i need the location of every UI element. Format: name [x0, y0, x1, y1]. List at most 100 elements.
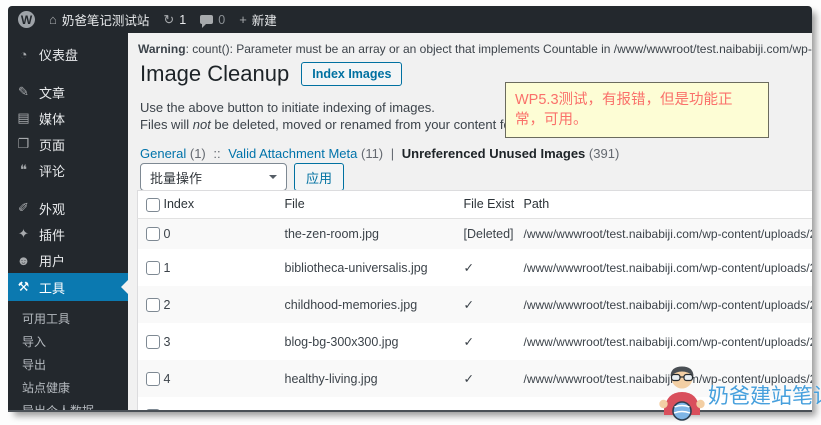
site-name-link[interactable]: ⌂ 奶爸笔记测试站: [49, 10, 149, 29]
comments-count: 0: [218, 12, 226, 27]
cell-file-link[interactable]: blog-bg-300x300.jpg: [281, 323, 460, 360]
wordpress-admin-window: W ⌂ 奶爸笔记测试站 ↻ 1 0 + 新建 ◔ 仪表盘 ✎ 文章 ▤ 媒体 ❐…: [8, 6, 812, 412]
sidebar-item-users[interactable]: ☻ 用户: [8, 247, 128, 273]
table-row: 0 the-zen-room.jpg [Deleted] /www/wwwroo…: [137, 218, 813, 250]
updates-link[interactable]: ↻ 1: [163, 12, 186, 28]
filter-valid-attachment-meta-count: (11): [360, 146, 384, 161]
filter-links: General (1) :: Valid Attachment Meta (11…: [140, 146, 619, 161]
sidebar-item-plugins[interactable]: ✦ 插件: [8, 221, 128, 247]
sidebar-item-label: 媒体: [39, 111, 66, 127]
cell-path: /www/wwwroot/test.naibabiji.com/wp-conte…: [523, 297, 813, 312]
warning-prefix: Warning: [138, 42, 186, 56]
site-name: 奶爸笔记测试站: [61, 14, 150, 28]
table-row: 2 childhood-memories.jpg ✓ /www/wwwroot/…: [137, 286, 813, 324]
select-all-checkbox[interactable]: [146, 197, 160, 212]
sidebar-item-label: 外观: [39, 201, 66, 217]
cell-index: 4: [163, 371, 171, 386]
cell-index: 2: [163, 297, 171, 312]
cell-file-link[interactable]: healthy-living.jpg: [281, 360, 460, 397]
admin-sidebar: ◔ 仪表盘 ✎ 文章 ▤ 媒体 ❐ 页面 ❝ 评论 ✐ 外观 ✦ 插件 ☻ 用户…: [8, 33, 128, 410]
emphasis-not: not: [192, 117, 211, 132]
bulk-action-selected: 批量操作: [150, 170, 203, 186]
row-checkbox[interactable]: [146, 335, 160, 350]
cell-path: /www/wwwroot/test.naibabiji.com/wp-conte…: [523, 334, 813, 349]
header-path: Path: [523, 197, 550, 212]
tools-icon: ⚒: [17, 279, 30, 294]
cell-file-link[interactable]: childhood-memories.jpg: [281, 286, 460, 323]
cell-index: 5: [160, 397, 281, 410]
watermark-avatar-icon: [659, 366, 705, 421]
index-images-button[interactable]: Index Images: [301, 62, 403, 86]
table-row: 1 bibliotheca-universalis.jpg ✓ /www/www…: [138, 249, 812, 286]
sidebar-item-label: 文章: [39, 85, 66, 101]
header-index: Index: [163, 197, 195, 212]
comments-icon: [200, 15, 214, 28]
annotation-note: WP5.3测试，有报错，但是功能正常，可用。: [505, 82, 769, 138]
sidebar-item-comments[interactable]: ❝ 评论: [8, 157, 128, 183]
cell-file-exist: ✓: [463, 335, 474, 350]
cell-file-exist: ✓: [463, 261, 474, 276]
row-checkbox[interactable]: [146, 372, 160, 387]
cell-file-link[interactable]: bibliotheca-universalis.jpg: [281, 249, 460, 286]
sidebar-item-label: 插件: [39, 227, 66, 243]
apply-button[interactable]: 应用: [294, 163, 345, 191]
php-warning: Warning: count(): Parameter must be an a…: [138, 42, 812, 56]
sidebar-item-pages[interactable]: ❐ 页面: [8, 131, 128, 157]
filter-separator: ::: [213, 146, 221, 161]
cell-index: 0: [163, 227, 171, 242]
filter-general-count: (1): [189, 146, 206, 161]
row-checkbox[interactable]: [146, 409, 160, 410]
sidebar-item-label: 仪表盘: [39, 47, 79, 63]
cell-index: 3: [163, 334, 171, 349]
comments-bubble-icon: ❝: [20, 162, 27, 177]
description-text: Use the above button to initiate indexin…: [140, 99, 535, 133]
filter-separator: |: [390, 146, 395, 161]
sidebar-item-label: 工具: [39, 280, 66, 296]
updates-icon: ↻: [163, 11, 175, 27]
chevron-down-icon: [269, 175, 277, 183]
comments-link[interactable]: 0: [200, 12, 226, 28]
sidebar-item-media[interactable]: ▤ 媒体: [8, 105, 128, 131]
sidebar-item-posts[interactable]: ✎ 文章: [8, 79, 128, 105]
submenu-item-import[interactable]: 导入: [8, 331, 128, 354]
submenu-item-site-health[interactable]: 站点健康: [8, 377, 128, 400]
users-icon: ☻: [16, 252, 31, 268]
cell-file-exist: ✓: [463, 298, 474, 313]
cell-file: the-zen-room.jpg: [284, 227, 380, 242]
plus-icon: +: [239, 12, 247, 27]
new-content-menu[interactable]: + 新建: [239, 10, 277, 29]
cell-index: 1: [163, 260, 171, 275]
bulk-action-select[interactable]: 批量操作: [140, 163, 287, 191]
filter-unreferenced-count: (391): [588, 146, 620, 161]
row-checkbox[interactable]: [146, 227, 160, 242]
sidebar-item-dashboard[interactable]: ◔ 仪表盘: [8, 41, 128, 67]
site-watermark: 奶爸建站笔记: [658, 363, 821, 421]
filter-valid-attachment-meta[interactable]: Valid Attachment Meta: [228, 146, 357, 161]
submenu-item-export[interactable]: 导出: [8, 354, 128, 377]
cell-file-exist: ✓: [463, 372, 474, 387]
header-file: File: [284, 197, 305, 212]
admin-bar: W ⌂ 奶爸笔记测试站 ↻ 1 0 + 新建: [8, 6, 812, 33]
sidebar-item-appearance[interactable]: ✐ 外观: [8, 195, 128, 221]
main-content: Warning: count(): Parameter must be an a…: [128, 33, 813, 410]
current-menu-arrow: [114, 280, 128, 294]
submenu-item-export-personal-data[interactable]: 导出个人数据: [8, 400, 128, 410]
row-checkbox[interactable]: [146, 298, 160, 313]
sidebar-item-label: 用户: [39, 253, 66, 269]
cell-path: /www/wwwroot/test.naibabiji.com/wp-conte…: [523, 227, 813, 242]
filter-unreferenced-unused-images[interactable]: Unreferenced Unused Images: [402, 146, 586, 161]
submenu-item-available-tools[interactable]: 可用工具: [8, 308, 128, 331]
row-checkbox[interactable]: [146, 261, 160, 276]
posts-icon: ✎: [18, 84, 29, 99]
header-file-exist: File Exist: [463, 197, 515, 212]
table-header-row: Index File File Exist Path: [137, 191, 812, 219]
sidebar-item-tools[interactable]: ⚒ 工具: [8, 273, 128, 301]
dashboard-icon: ◔: [19, 46, 28, 62]
cell-file-exist: ✓: [460, 397, 520, 410]
appearance-icon: ✐: [18, 200, 29, 215]
wp-logo-menu[interactable]: W: [18, 11, 35, 28]
updates-count: 1: [179, 12, 187, 27]
filter-general[interactable]: General: [140, 146, 186, 161]
cell-file-link[interactable]: lazy-sunday.jpg: [281, 397, 460, 410]
warning-text: : count(): Parameter must be an array or…: [185, 42, 812, 56]
